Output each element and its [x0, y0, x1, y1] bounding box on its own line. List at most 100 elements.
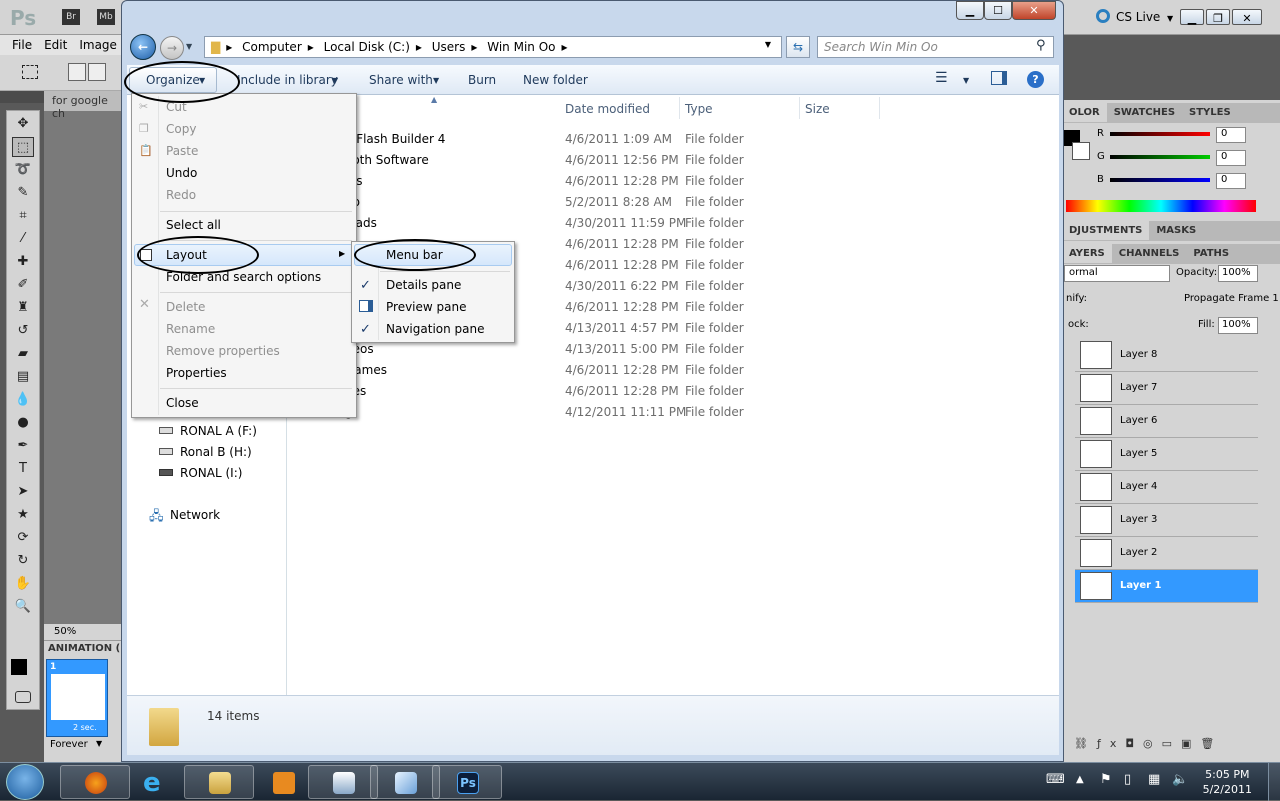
table-row[interactable]: e Flash Builder 4 4/6/2011 1:09 AM File fo… — [289, 129, 1059, 150]
tab-color[interactable]: OLOR — [1062, 103, 1107, 122]
brush-tool-icon[interactable]: ✐ — [12, 275, 34, 295]
maximize-button[interactable]: ☐ — [984, 1, 1012, 20]
close-button[interactable]: ✕ — [1012, 1, 1056, 20]
action-center-flag-icon[interactable]: ⚑ — [1100, 772, 1112, 787]
address-dropdown-icon[interactable]: ▼ — [765, 40, 771, 49]
document-tab[interactable]: for google ch — [44, 91, 130, 120]
nav-drive-h[interactable]: Ronal B (H:) — [180, 445, 252, 459]
blur-tool-icon[interactable]: 💧 — [12, 390, 34, 410]
3d-orbit-tool-icon[interactable]: ↻ — [12, 551, 34, 571]
breadcrumb-separator-icon[interactable]: ▸ — [416, 40, 422, 54]
g-slider[interactable] — [1110, 155, 1210, 159]
menu-undo[interactable]: Undo — [132, 162, 356, 184]
blend-mode-select[interactable]: ormal — [1064, 265, 1170, 282]
back-button[interactable]: ← — [130, 34, 156, 60]
nav-drive-f[interactable]: RONAL A (F:) — [180, 424, 257, 438]
forward-button[interactable]: → — [160, 36, 184, 60]
submenu-details-pane[interactable]: Details pane — [352, 274, 514, 296]
quick-mask-icon[interactable] — [15, 691, 31, 703]
breadcrumb-separator-icon[interactable]: ▸ — [226, 40, 232, 54]
crop-tool-icon[interactable]: ⌗ — [12, 206, 34, 226]
r-slider[interactable] — [1110, 132, 1210, 136]
loop-dropdown-icon[interactable]: ▼ — [96, 739, 102, 748]
table-row[interactable]: op5/2/2011 8:28 AMFile folder — [289, 192, 1059, 213]
start-button[interactable] — [6, 764, 44, 800]
lasso-tool-icon[interactable]: ➰ — [12, 160, 34, 180]
tab-adjustments[interactable]: DJUSTMENTS — [1062, 221, 1150, 240]
tab-styles[interactable]: STYLES — [1182, 103, 1238, 122]
cs-live-dropdown-icon[interactable]: ▼ — [1167, 14, 1173, 23]
zoom-level[interactable]: 50% — [44, 624, 130, 640]
stamp-tool-icon[interactable]: ♜ — [12, 298, 34, 318]
menu-select-all[interactable]: Select all — [132, 214, 356, 236]
tab-masks[interactable]: MASKS — [1149, 221, 1203, 240]
show-hidden-icons[interactable]: ▲ — [1076, 774, 1084, 785]
keyboard-icon[interactable]: ⌨ — [1046, 772, 1065, 787]
layers-panel-footer-icons[interactable]: ⛓ƒx◘◎▭▣🗑 — [1064, 734, 1280, 756]
ps-minimize-button[interactable]: ▁ — [1180, 9, 1204, 25]
search-icon[interactable]: ⚲ — [1036, 38, 1046, 53]
animation-frame[interactable]: 1 2 sec. — [46, 659, 108, 737]
quick-select-tool-icon[interactable]: ✎ — [12, 183, 34, 203]
submenu-preview-pane[interactable]: Preview pane — [352, 296, 514, 318]
new-folder-button[interactable]: New folder — [523, 73, 588, 87]
b-slider[interactable] — [1110, 178, 1210, 182]
history-brush-tool-icon[interactable]: ↺ — [12, 321, 34, 341]
propagate-frame-label[interactable]: Propagate Frame 1 — [1184, 293, 1279, 304]
r-value[interactable]: 0 — [1216, 127, 1246, 143]
recent-pages-dropdown-icon[interactable]: ▼ — [186, 42, 192, 51]
breadcrumb-separator-icon[interactable]: ▸ — [561, 40, 567, 54]
nav-drive-i[interactable]: RONAL (I:) — [180, 466, 242, 480]
3d-rotate-tool-icon[interactable]: ⟳ — [12, 528, 34, 548]
healing-tool-icon[interactable]: ✚ — [12, 252, 34, 272]
ps-restore-button[interactable]: ❐ — [1206, 9, 1230, 25]
table-row[interactable]: Games 4/6/2011 12:28 PM File folder — [289, 360, 1059, 381]
table-row[interactable]: nes4/6/2011 12:28 PMFile folder — [289, 381, 1059, 402]
move-tool-icon[interactable]: ✥ — [12, 114, 34, 134]
breadcrumb-separator-icon[interactable]: ▸ — [471, 40, 477, 54]
col-size[interactable]: Size — [805, 102, 830, 116]
taskbar-ie[interactable]: e — [118, 765, 188, 799]
layer-row[interactable]: Layer 6 — [1075, 405, 1258, 438]
foreground-color-swatch[interactable] — [11, 659, 27, 675]
view-dropdown-icon[interactable]: ▼ — [963, 76, 969, 85]
breadcrumb-users[interactable]: Users — [432, 40, 466, 54]
column-divider[interactable] — [799, 97, 800, 119]
marquee-options-icon[interactable] — [22, 65, 38, 79]
tab-layers[interactable]: AYERS — [1062, 244, 1112, 263]
minimize-button[interactable]: ▁ — [956, 1, 984, 20]
menu-properties[interactable]: Properties — [132, 362, 356, 384]
layer-row[interactable]: Layer 3 — [1075, 504, 1258, 537]
share-with-button[interactable]: Share with — [369, 73, 433, 87]
pen-tool-icon[interactable]: ✒ — [12, 436, 34, 456]
add-selection-icon[interactable] — [88, 63, 106, 81]
taskbar-uploader[interactable] — [308, 765, 378, 799]
column-divider[interactable] — [879, 97, 880, 119]
g-value[interactable]: 0 — [1216, 150, 1246, 166]
taskbar-photoshop[interactable]: Ps — [432, 765, 502, 799]
loop-option[interactable]: Forever — [50, 739, 88, 750]
eyedropper-tool-icon[interactable]: ⁄ — [12, 229, 34, 249]
submenu-navigation-pane[interactable]: Navigation pane — [352, 318, 514, 340]
nav-network[interactable]: Network — [170, 508, 220, 522]
layer-row[interactable]: Layer 1 — [1075, 570, 1258, 603]
include-dropdown-icon[interactable]: ▼ — [332, 76, 338, 85]
col-date-modified[interactable]: Date modified — [565, 102, 650, 116]
explorer-titlebar[interactable]: ▁ ☐ ✕ — [122, 1, 1063, 31]
preview-pane-icon[interactable] — [991, 71, 1007, 85]
mini-bridge-button[interactable]: Mb — [97, 9, 115, 25]
b-value[interactable]: 0 — [1216, 173, 1246, 189]
column-divider[interactable] — [679, 97, 680, 119]
clock[interactable]: 5:05 PM 5/2/2011 — [1203, 767, 1252, 797]
ps-close-button[interactable]: ✕ — [1232, 9, 1262, 25]
tab-swatches[interactable]: SWATCHES — [1107, 103, 1182, 122]
layer-row[interactable]: Layer 5 — [1075, 438, 1258, 471]
power-icon[interactable]: ▯ — [1124, 772, 1131, 787]
layer-row[interactable]: Layer 2 — [1075, 537, 1258, 570]
ps-menu-edit[interactable]: Edit — [44, 38, 67, 52]
dodge-tool-icon[interactable]: ● — [12, 413, 34, 433]
share-dropdown-icon[interactable]: ▼ — [433, 76, 439, 85]
hand-tool-icon[interactable]: ✋ — [12, 574, 34, 594]
help-icon[interactable]: ? — [1027, 71, 1044, 88]
opacity-input[interactable]: 100% — [1218, 265, 1258, 282]
